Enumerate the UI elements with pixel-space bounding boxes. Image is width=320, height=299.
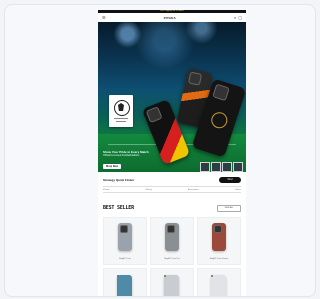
product-image [211,275,226,296]
finder-header: Strategy Quick Finder Find [103,176,241,184]
product-card[interactable]: MagEZ Case [103,217,147,265]
finder-tabs: iPhone Galaxy Accessories Others [103,186,241,193]
thumbnail[interactable] [233,162,243,172]
hero-text: Show Your Pride in Every Match Official … [103,150,193,157]
thumbnail[interactable] [200,162,210,172]
product-grid: MagEZ Case MagEZ Case Pro MagEZ Case Sun… [103,217,241,265]
camera-icon [145,106,163,124]
hero-cta-button[interactable]: Shop Now [103,164,121,169]
camera-icon [187,71,203,86]
finder-button[interactable]: Find [219,177,241,183]
camera-icon [120,225,128,233]
camera-icon [211,275,213,277]
emblem-icon [209,110,230,131]
finder-tab[interactable]: iPhone [103,189,109,191]
product-image [164,275,179,296]
product-card[interactable]: MagEZ Case Pro [150,217,194,265]
product-name: MagEZ Case Sunset [209,258,229,260]
finder-tab[interactable]: Accessories [188,189,199,191]
crest-card [109,95,133,127]
hero-thumbnails [200,162,243,172]
best-seller-header: BEST SELLER VIEW ALL [103,204,241,212]
product-image [212,223,226,251]
view-all-button[interactable]: VIEW ALL [217,204,241,212]
product-grid-row-2 [103,268,241,296]
product-image [117,275,132,296]
brand-logo[interactable]: PITAKA [164,16,176,20]
card-line [114,118,128,119]
card-line [116,121,126,122]
nav-icons: ⌕ ▢ [234,13,242,22]
product-card[interactable]: MagEZ Case Sunset [197,217,241,265]
preview-card: Free shipping on all orders ☰ PITAKA ⌕ ▢ [4,4,316,297]
thumbnail[interactable] [211,162,221,172]
camera-icon [117,275,119,277]
product-name: MagEZ Case Pro [164,258,180,260]
finder-tab[interactable]: Galaxy [145,189,151,191]
best-seller-title: BEST SELLER [103,205,134,211]
finder-tab[interactable]: Others [235,189,241,191]
product-card[interactable] [150,268,194,296]
product-name: MagEZ Case [119,258,131,260]
finder-title: Strategy Quick Finder [103,178,135,182]
thumbnail[interactable] [222,162,232,172]
product-card[interactable] [197,268,241,296]
camera-icon [214,225,222,233]
product-image [118,223,132,251]
search-icon[interactable]: ⌕ [234,13,236,22]
camera-icon [167,225,175,233]
best-seller-section: BEST SELLER VIEW ALL MagEZ Case MagEZ Ca… [98,204,246,296]
camera-icon [164,275,166,277]
mobile-page-preview[interactable]: Free shipping on all orders ☰ PITAKA ⌕ ▢ [98,10,246,296]
stadium-lights [98,22,246,82]
hero-banner[interactable]: Show Your Pride in Every Match Official … [98,22,246,172]
menu-icon[interactable]: ☰ [102,13,106,22]
top-nav: ☰ PITAKA ⌕ ▢ [98,13,246,22]
quick-finder: Strategy Quick Finder Find iPhone Galaxy… [98,172,246,193]
product-card[interactable] [103,268,147,296]
cart-icon[interactable]: ▢ [238,13,242,22]
product-image [165,223,179,251]
hero-subtitle: Official Licensed Football Edition [103,154,140,157]
camera-icon [212,83,230,102]
